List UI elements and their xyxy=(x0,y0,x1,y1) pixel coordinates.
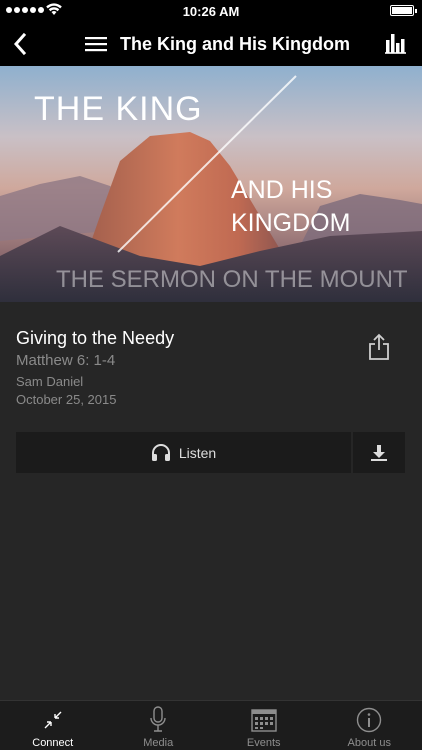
banner-title: THE KING xyxy=(34,90,203,128)
headphones-icon xyxy=(151,443,170,461)
tab-label: Connect xyxy=(32,737,74,749)
stats-button[interactable] xyxy=(380,22,412,66)
download-icon xyxy=(371,444,387,461)
sermon-speaker: Sam Daniel xyxy=(16,374,84,389)
sermon-scripture: Matthew 6: 1-4 xyxy=(16,352,116,369)
navigation-bar: The King and His Kingdom xyxy=(0,22,422,66)
microphone-icon xyxy=(150,706,166,732)
tab-label: Events xyxy=(246,737,281,749)
tab-connect[interactable]: Connect xyxy=(0,701,106,750)
tab-media[interactable]: Media xyxy=(106,701,212,750)
tab-about-us[interactable]: About us xyxy=(317,701,422,750)
banner-subtitle: THE SERMON ON THE MOUNT xyxy=(56,266,408,293)
listen-label: Listen xyxy=(178,444,217,461)
back-button[interactable] xyxy=(4,22,36,66)
share-button[interactable] xyxy=(362,330,396,364)
sermon-title: Giving to the Needy xyxy=(16,328,175,348)
bar-chart-icon xyxy=(385,34,406,54)
download-button[interactable] xyxy=(353,432,405,473)
hamburger-menu-icon xyxy=(85,37,107,52)
tab-label: About us xyxy=(347,737,391,749)
menu-button[interactable] xyxy=(80,22,112,66)
status-bar: 10:26 AM xyxy=(0,0,422,22)
playback-actions: Listen xyxy=(16,432,405,473)
tab-label: Media xyxy=(143,737,174,749)
series-banner-image: THE KING AND HIS KINGDOM THE SERMON ON T… xyxy=(0,66,422,302)
tab-bar: Connect Media Events About us xyxy=(0,700,422,750)
listen-button[interactable]: Listen xyxy=(16,432,351,473)
sermon-date: October 25, 2015 xyxy=(16,392,117,407)
battery-icon xyxy=(390,5,417,16)
share-icon xyxy=(369,333,389,360)
calendar-icon xyxy=(251,709,277,732)
connect-icon xyxy=(44,711,62,729)
info-icon xyxy=(357,707,382,733)
banner-title-secondary: AND HIS KINGDOM xyxy=(231,176,351,237)
status-time: 10:26 AM xyxy=(182,4,240,19)
tab-events[interactable]: Events xyxy=(211,701,317,750)
back-chevron-icon xyxy=(13,32,27,56)
app-screen: 10:26 AM The King and His Kingdom THE KI… xyxy=(0,0,422,750)
page-title: The King and His Kingdom xyxy=(120,34,350,54)
